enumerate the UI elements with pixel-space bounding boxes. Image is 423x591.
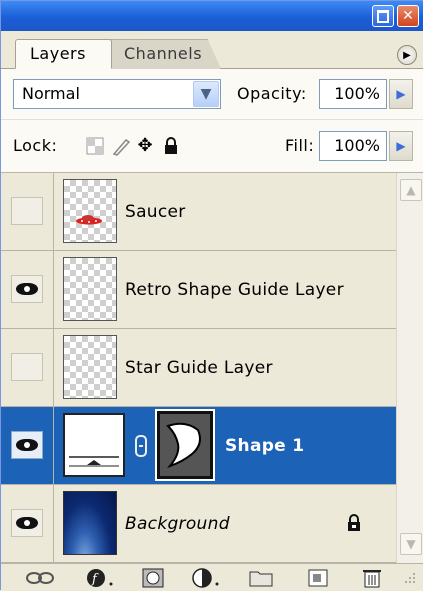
divider bbox=[53, 485, 54, 562]
trash-icon[interactable] bbox=[361, 568, 383, 588]
close-icon[interactable]: ✕ bbox=[397, 5, 419, 27]
layer-thumbnail bbox=[63, 179, 117, 243]
lock-move-icon[interactable]: ✥ bbox=[135, 136, 155, 156]
lock-label: Lock: bbox=[13, 136, 58, 155]
layer-name: Retro Shape Guide Layer bbox=[125, 280, 344, 300]
blend-mode-select[interactable]: Normal ▼ bbox=[13, 79, 221, 109]
add-mask-icon[interactable] bbox=[141, 568, 165, 588]
scroll-up-icon[interactable]: ▲ bbox=[400, 179, 422, 201]
blend-mode-value: Normal bbox=[22, 84, 80, 103]
layer-name: Star Guide Layer bbox=[125, 358, 273, 378]
lock-all-icon[interactable] bbox=[161, 136, 181, 156]
layer-thumbnail bbox=[63, 413, 125, 477]
layer-style-icon[interactable]: f bbox=[85, 568, 117, 588]
layer-row-saucer[interactable]: Saucer bbox=[1, 173, 396, 251]
visibility-toggle[interactable] bbox=[11, 275, 43, 303]
monitor-icon bbox=[69, 456, 119, 467]
layer-name: Background bbox=[125, 514, 230, 534]
eye-icon bbox=[16, 517, 38, 529]
opacity-slider-arrow-icon[interactable]: ▶ bbox=[389, 79, 413, 109]
layer-row-background[interactable]: Background bbox=[1, 485, 396, 563]
chevron-down-icon[interactable]: ▼ bbox=[193, 81, 219, 107]
new-layer-icon[interactable] bbox=[307, 568, 329, 588]
link-icon[interactable] bbox=[135, 435, 147, 457]
layer-name: Shape 1 bbox=[225, 436, 305, 456]
eye-icon bbox=[16, 439, 38, 451]
opacity-label: Opacity: bbox=[237, 84, 307, 103]
adjustment-layer-icon[interactable] bbox=[191, 568, 223, 588]
divider bbox=[53, 407, 54, 484]
layer-list-scrollbar[interactable]: ▲ ▼ bbox=[396, 173, 423, 563]
visibility-toggle[interactable] bbox=[11, 353, 43, 381]
layer-name: Saucer bbox=[125, 202, 186, 222]
tab-layers[interactable]: Layers bbox=[15, 39, 112, 69]
lock-brush-icon[interactable] bbox=[111, 136, 131, 156]
visibility-toggle[interactable] bbox=[11, 197, 43, 225]
blend-row: Normal ▼ Opacity: 100% ▶ bbox=[1, 69, 423, 119]
visibility-toggle[interactable] bbox=[11, 509, 43, 537]
layer-thumbnail bbox=[63, 491, 117, 555]
eye-icon bbox=[16, 283, 38, 295]
lock-icon bbox=[348, 514, 360, 531]
fill-label: Fill: bbox=[285, 136, 315, 155]
minimize-icon[interactable] bbox=[372, 5, 394, 27]
tab-channels[interactable]: Channels bbox=[109, 39, 221, 69]
layers-panel: ✕ Layers Channels ▶ Normal ▼ Opacity: 10… bbox=[0, 0, 423, 591]
panel-titlebar: ✕ bbox=[1, 1, 423, 31]
divider bbox=[53, 173, 54, 250]
layer-row-star-guide[interactable]: Star Guide Layer bbox=[1, 329, 396, 407]
shape-mask-icon bbox=[166, 422, 201, 469]
lock-transparency-icon[interactable] bbox=[85, 136, 105, 156]
link-layers-icon[interactable] bbox=[25, 568, 55, 588]
panel-menu-icon[interactable]: ▶ bbox=[397, 45, 417, 65]
lock-row: Lock: ✥ Fill: 100% ▶ bbox=[1, 119, 423, 173]
layer-row-shape-1[interactable]: Shape 1 bbox=[1, 407, 396, 485]
divider bbox=[53, 251, 54, 328]
new-group-icon[interactable] bbox=[249, 568, 273, 588]
fill-slider-arrow-icon[interactable]: ▶ bbox=[389, 131, 413, 161]
fill-field[interactable]: 100% bbox=[319, 131, 387, 161]
vector-mask-thumbnail[interactable] bbox=[155, 409, 215, 481]
scroll-down-icon[interactable]: ▼ bbox=[400, 533, 422, 555]
divider bbox=[53, 329, 54, 406]
opacity-field[interactable]: 100% bbox=[319, 79, 387, 109]
layer-list: Saucer Retro Shape Guide Layer Star Guid… bbox=[1, 173, 396, 563]
visibility-toggle[interactable] bbox=[11, 431, 43, 459]
saucer-icon bbox=[76, 215, 102, 225]
layer-actions-toolbar: f bbox=[1, 563, 423, 591]
layer-row-retro-shape-guide[interactable]: Retro Shape Guide Layer bbox=[1, 251, 396, 329]
layer-thumbnail bbox=[63, 335, 117, 399]
tab-bar: Layers Channels ▶ bbox=[1, 31, 423, 69]
layer-thumbnail bbox=[63, 257, 117, 321]
resize-grip-icon[interactable] bbox=[403, 568, 417, 588]
